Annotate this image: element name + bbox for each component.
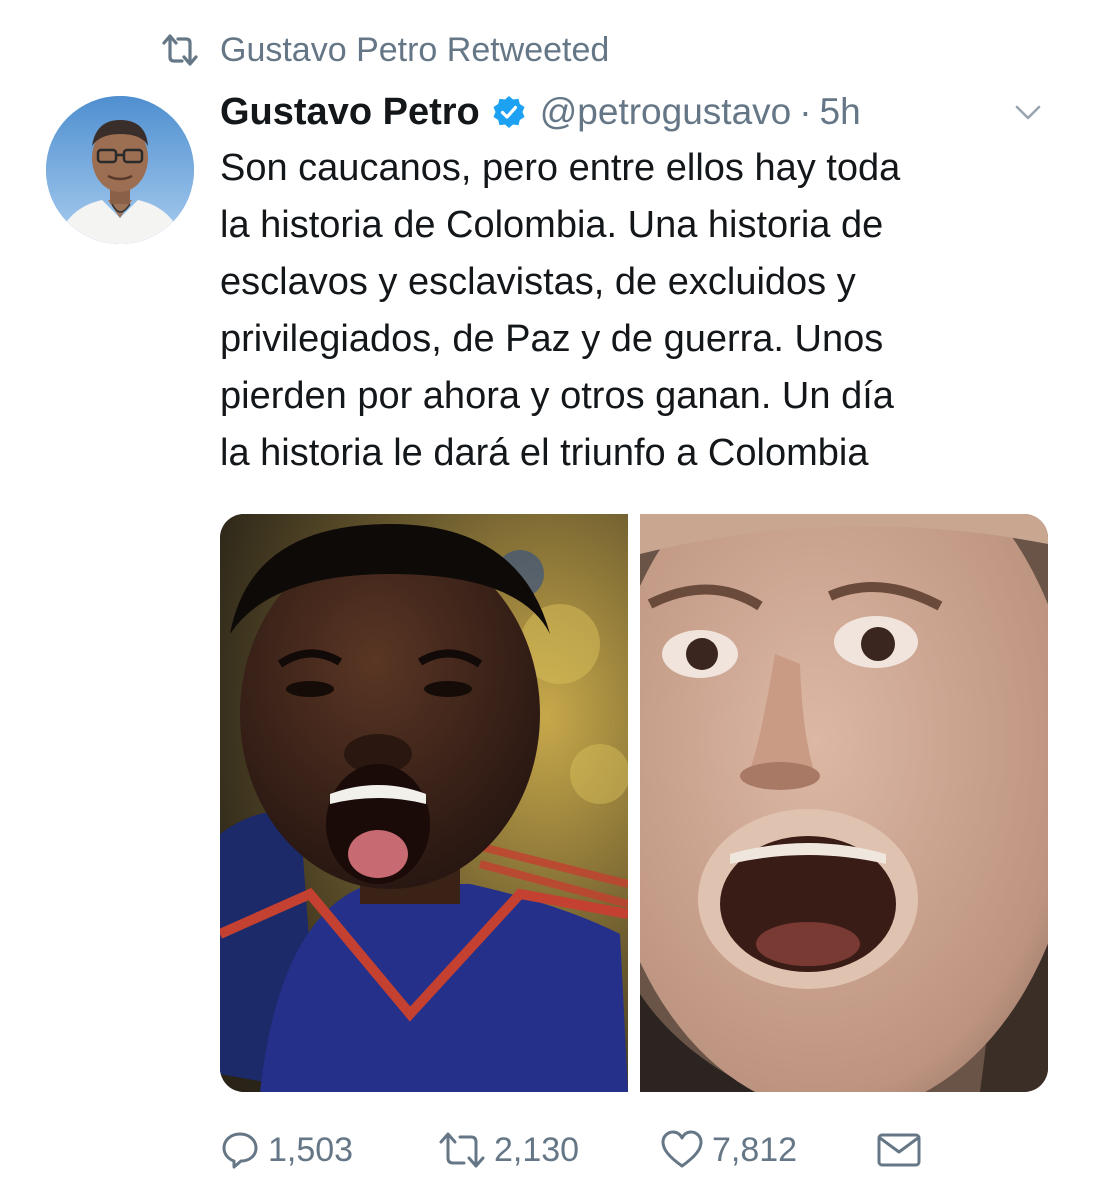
tweet-text-line: Son caucanos, pero entre ellos hay toda <box>220 147 901 189</box>
tweet-text: Son caucanos, pero entre ellos hay toda … <box>220 140 1070 482</box>
tweet-text-line: pierden por ahora y otros ganan. Un día <box>220 375 894 417</box>
author-display-name[interactable]: Gustavo Petro <box>220 91 480 134</box>
heart-icon <box>661 1130 703 1168</box>
verified-badge-icon <box>492 95 526 129</box>
tweet-header: Gustavo Petro @petrogustavo · 5h <box>220 84 1056 140</box>
tweet-actions: 1,503 2,130 7,812 <box>220 1122 980 1178</box>
retweet-banner-text: Gustavo Petro Retweeted <box>220 30 610 69</box>
separator-dot: · <box>799 91 812 132</box>
retweet-action-icon <box>439 1132 485 1168</box>
author-handle[interactable]: @petrogustavo <box>540 91 791 133</box>
reply-count: 1,503 <box>268 1130 354 1169</box>
like-count: 7,812 <box>712 1130 798 1169</box>
tweet-text-line: esclavos y esclavistas, de excluidos y <box>220 261 856 303</box>
chevron-down-icon[interactable] <box>1012 96 1044 128</box>
retweet-button[interactable]: 2,130 <box>438 1130 579 1170</box>
tweet-timestamp[interactable]: 5h <box>820 91 861 133</box>
tweet-text-line: la historia de Colombia. Una historia de <box>220 204 884 246</box>
media-photo-right[interactable] <box>640 514 1048 1092</box>
retweet-banner[interactable]: Gustavo Petro Retweeted <box>160 28 609 72</box>
like-button[interactable]: 7,812 <box>660 1130 797 1170</box>
media-photo-left[interactable] <box>220 514 628 1092</box>
reply-icon <box>222 1132 258 1169</box>
direct-message-button[interactable] <box>876 1130 922 1170</box>
envelope-icon <box>877 1133 921 1167</box>
avatar[interactable] <box>46 96 194 244</box>
retweet-icon <box>160 33 200 67</box>
tweet-text-line: la historia le dará el triunfo a Colombi… <box>220 432 869 474</box>
tweet-text-line: privilegiados, de Paz y de guerra. Unos <box>220 318 884 360</box>
tweet-media <box>220 514 1048 1092</box>
reply-button[interactable]: 1,503 <box>220 1130 353 1170</box>
retweet-count: 2,130 <box>494 1130 580 1169</box>
